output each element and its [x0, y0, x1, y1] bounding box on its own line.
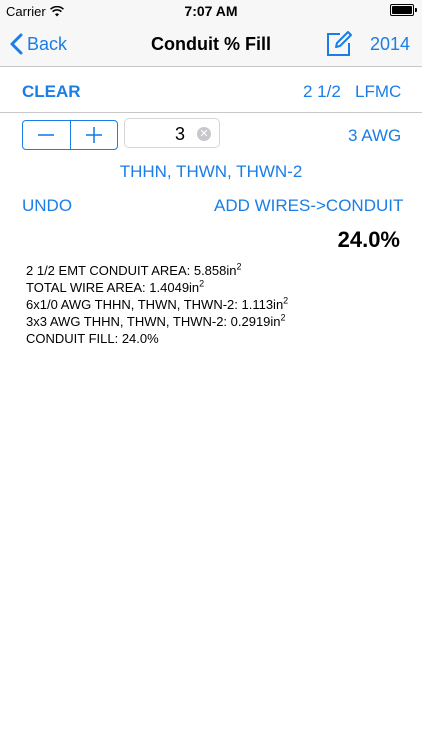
clear-button[interactable]: CLEAR — [22, 82, 81, 102]
status-bar: Carrier 7:07 AM — [0, 0, 422, 22]
detail-text: TOTAL WIRE AREA: 1.4049in — [26, 280, 200, 295]
add-wires-button[interactable]: ADD WIRES->CONDUIT — [214, 196, 403, 216]
quantity-value: 3 — [174, 124, 185, 144]
undo-button[interactable]: UNDO — [22, 196, 72, 216]
fill-percent: 24.0% — [337, 227, 400, 252]
status-right — [390, 4, 417, 16]
page-title: Conduit % Fill — [151, 34, 271, 54]
detail-text: CONDUIT FILL: 24.0% — [26, 331, 159, 346]
detail-sup: 2 — [283, 295, 289, 306]
compose-icon — [327, 31, 352, 56]
detail-sup: 2 — [236, 261, 242, 272]
decrement-button[interactable] — [23, 121, 70, 149]
conduit-type-button[interactable]: LFMC — [355, 82, 401, 102]
plus-icon — [85, 127, 102, 143]
screen: Carrier 7:07 AM Back Conduit % Fill 2014… — [0, 0, 422, 750]
minus-icon — [38, 134, 55, 136]
detail-line: CONDUIT FILL: 24.0% — [26, 330, 288, 347]
divider — [0, 112, 422, 113]
detail-line: 6x1/0 AWG THHN, THWN, THWN-2: 1.113in2 — [26, 296, 288, 313]
detail-text: 6x1/0 AWG THHN, THWN, THWN-2: 1.113in — [26, 297, 284, 312]
detail-sup: 2 — [199, 278, 205, 289]
detail-line: TOTAL WIRE AREA: 1.4049in2 — [26, 279, 288, 296]
detail-text: 3x3 AWG THHN, THWN, THWN-2: 0.2919in — [26, 314, 281, 329]
fill-details: 2 1/2 EMT CONDUIT AREA: 5.858in2 TOTAL W… — [26, 262, 288, 347]
increment-button[interactable] — [71, 121, 118, 149]
detail-line: 2 1/2 EMT CONDUIT AREA: 5.858in2 — [26, 262, 288, 279]
conduit-size-button[interactable]: 2 1/2 — [303, 82, 341, 102]
quantity-input[interactable]: 3 ✕ — [124, 118, 220, 148]
quantity-stepper — [22, 120, 118, 150]
nav-bar: Back Conduit % Fill 2014 — [0, 22, 422, 67]
battery-icon — [390, 4, 417, 16]
detail-text: 2 1/2 EMT CONDUIT AREA: 5.858in — [26, 263, 237, 278]
detail-line: 3x3 AWG THHN, THWN, THWN-2: 0.2919in2 — [26, 313, 288, 330]
clear-x-icon[interactable]: ✕ — [197, 127, 211, 141]
status-time: 7:07 AM — [184, 3, 238, 19]
insulation-type-button[interactable]: THHN, THWN, THWN-2 — [0, 162, 422, 182]
wire-size-button[interactable]: 3 AWG — [348, 126, 401, 146]
code-year-button[interactable]: 2014 — [370, 22, 410, 66]
detail-sup: 2 — [280, 312, 286, 323]
compose-button[interactable] — [326, 31, 352, 57]
